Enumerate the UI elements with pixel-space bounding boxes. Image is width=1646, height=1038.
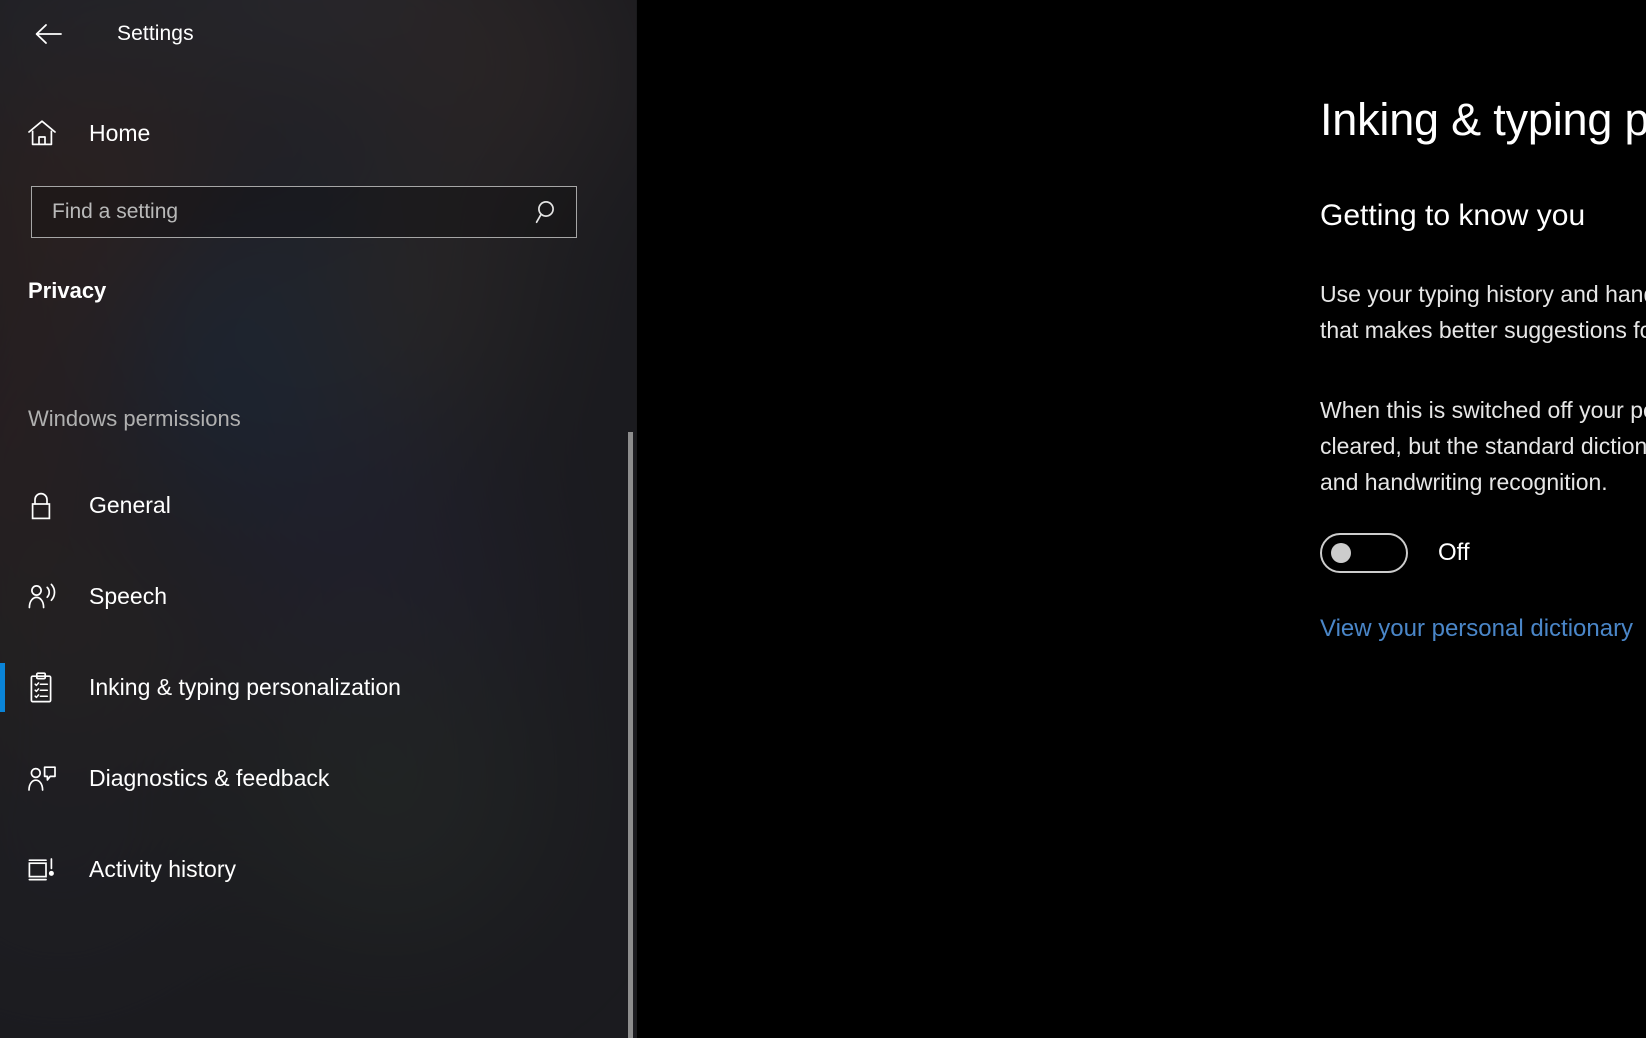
- lock-icon: [26, 490, 72, 522]
- toggle-row: Off: [1320, 533, 1646, 573]
- back-arrow-icon: [34, 23, 64, 45]
- sidebar-item-label: Inking & typing personalization: [89, 674, 401, 701]
- sidebar-item-speech[interactable]: Speech: [0, 551, 636, 642]
- sidebar-item-general[interactable]: General: [0, 460, 636, 551]
- sidebar-item-activity-history[interactable]: Activity history: [0, 824, 636, 915]
- selection-accent-bar: [0, 663, 5, 712]
- main-content: Inking & typing personalization Getting …: [636, 0, 1646, 1038]
- sidebar-item-inking-typing-personalization[interactable]: Inking & typing personalization: [0, 642, 636, 733]
- app-title: Settings: [117, 22, 194, 46]
- pane-divider: [636, 0, 637, 1038]
- sidebar-item-label: Speech: [89, 583, 167, 610]
- clipboard-list-icon: [26, 671, 72, 705]
- sidebar-item-home[interactable]: Home: [0, 106, 636, 160]
- home-icon: [26, 118, 70, 148]
- page-title: Inking & typing personalization: [1320, 96, 1646, 143]
- search-icon[interactable]: [520, 199, 576, 225]
- section-title: Getting to know you: [1320, 199, 1646, 233]
- search-box[interactable]: [31, 186, 577, 238]
- settings-window: Settings Home: [0, 0, 1646, 1038]
- sidebar: Settings Home: [0, 0, 636, 1038]
- sidebar-item-label: Diagnostics & feedback: [89, 765, 329, 792]
- back-button[interactable]: [26, 11, 72, 57]
- toggle-knob: [1331, 543, 1351, 563]
- search-input[interactable]: [32, 200, 520, 224]
- timeline-icon: [26, 854, 72, 886]
- sidebar-scrollbar[interactable]: [627, 0, 633, 1038]
- sidebar-group-subtitle: Windows permissions: [28, 406, 636, 432]
- sidebar-item-diagnostics-feedback[interactable]: Diagnostics & feedback: [0, 733, 636, 824]
- sidebar-group-title: Privacy: [28, 278, 636, 304]
- sidebar-item-label: Activity history: [89, 856, 236, 883]
- speech-person-icon: [26, 581, 72, 613]
- sidebar-item-label: General: [89, 492, 171, 519]
- description-paragraph-2: When this is switched off your personal …: [1320, 393, 1646, 501]
- personalization-toggle[interactable]: [1320, 533, 1408, 573]
- sidebar-scrollbar-thumb[interactable]: [628, 432, 633, 1038]
- toggle-state-label: Off: [1438, 539, 1470, 567]
- view-personal-dictionary-link[interactable]: View your personal dictionary: [1320, 615, 1633, 643]
- home-label: Home: [89, 120, 150, 147]
- titlebar: Settings: [0, 0, 636, 68]
- person-feedback-icon: [26, 763, 72, 795]
- sidebar-nav-list: General Speech: [0, 460, 636, 915]
- description-paragraph-1: Use your typing history and handwriting …: [1320, 277, 1646, 349]
